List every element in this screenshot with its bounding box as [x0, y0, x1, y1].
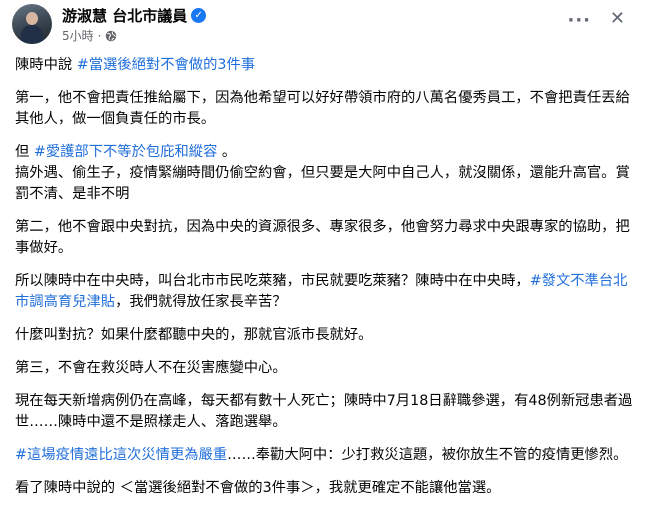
avatar-head [26, 12, 38, 25]
post-text: 所以陳時中在中央時，叫台北市市民吃萊豬，市民就要吃萊豬？陳時中在中央時， [15, 273, 530, 289]
post-paragraph: 第三，不會在救災時人不在災害應變中心。 [15, 358, 640, 379]
post-text: 現在每天新增病例仍在高峰，每天都有數十人死亡；陳時中7月18日辭職參選，有48例… [15, 393, 633, 430]
post-meta: 5小時 · [62, 27, 117, 44]
meta-separator: · [97, 28, 102, 43]
post-text: 搞外遇、偷生子，疫情緊繃時間仍偷空約會，但只要是大阿中自己人，就沒關係，還能升高… [15, 165, 630, 202]
avatar[interactable] [12, 4, 52, 44]
hashtag-link[interactable]: #當選後絕對不會做的3件事 [77, 57, 255, 73]
more-options-icon[interactable]: ··· [567, 10, 591, 31]
post-text: 但 [15, 144, 34, 160]
globe-icon [106, 30, 117, 41]
facebook-post: 游淑慧 台北市議員 ✓ 5小時 · ··· ✕ 陳時中說 #當選後絕對不會做的3… [0, 0, 647, 521]
hashtag-link[interactable]: #這場疫情遠比這次災情更為嚴重 [15, 447, 227, 463]
post-text: 。 [217, 144, 237, 160]
post-text: 第二，他不會跟中央對抗，因為中央的資源很多、專家很多，他會努力尋求中央跟專家的協… [15, 219, 630, 256]
post-paragraph: 所以陳時中在中央時，叫台北市市民吃萊豬，市民就要吃萊豬？陳時中在中央時，#發文不… [15, 271, 640, 313]
post-paragraph: 什麼叫對抗？如果什麼都聽中央的，那就官派市長就好。 [15, 325, 640, 346]
post-header: 游淑慧 台北市議員 ✓ 5小時 · ··· ✕ [12, 4, 635, 48]
close-icon[interactable]: ✕ [610, 8, 625, 29]
author-row: 游淑慧 台北市議員 ✓ [62, 5, 207, 26]
verified-badge-icon: ✓ [191, 8, 207, 23]
post-text: 看了陳時中說的 ＜當選後絕對不會做的3件事＞，我就更確定不能讓他當選。 [15, 480, 501, 496]
post-text: ，我們就得放任家長辛苦？ [115, 294, 287, 310]
post-body: 陳時中說 #當選後絕對不會做的3件事第一，他不會把責任推給屬下，因為他希望可以好… [15, 55, 640, 511]
post-text: ……奉勸大阿中：少打救災這題，被你放生不管的疫情更慘烈。 [227, 447, 628, 463]
post-paragraph: #這場疫情遠比這次災情更為嚴重……奉勸大阿中：少打救災這題，被你放生不管的疫情更… [15, 445, 640, 466]
author-name[interactable]: 游淑慧 台北市議員 [62, 5, 187, 26]
post-paragraph: 看了陳時中說的 ＜當選後絕對不會做的3件事＞，我就更確定不能讓他當選。 [15, 478, 640, 499]
post-text: 陳時中說 [15, 57, 77, 73]
post-paragraph: 第一，他不會把責任推給屬下，因為他希望可以好好帶領市府的八萬名優秀員工，不會把責… [15, 88, 640, 130]
post-paragraph: 陳時中說 #當選後絕對不會做的3件事 [15, 55, 640, 76]
avatar-body [21, 25, 43, 44]
post-paragraph: 但 #愛護部下不等於包庇和縱容 。搞外遇、偷生子，疫情緊繃時間仍偷空約會，但只要… [15, 142, 640, 205]
post-paragraph: 現在每天新增病例仍在高峰，每天都有數十人死亡；陳時中7月18日辭職參選，有48例… [15, 391, 640, 433]
post-text: 第一，他不會把責任推給屬下，因為他希望可以好好帶領市府的八萬名優秀員工，不會把責… [15, 90, 630, 127]
post-paragraph: 第二，他不會跟中央對抗，因為中央的資源很多、專家很多，他會努力尋求中央跟專家的協… [15, 217, 640, 259]
post-text: 什麼叫對抗？如果什麼都聽中央的，那就官派市長就好。 [15, 327, 373, 343]
hashtag-link[interactable]: #愛護部下不等於包庇和縱容 [34, 144, 218, 160]
post-text: 第三，不會在救災時人不在災害應變中心。 [15, 360, 287, 376]
post-time[interactable]: 5小時 [62, 27, 94, 44]
